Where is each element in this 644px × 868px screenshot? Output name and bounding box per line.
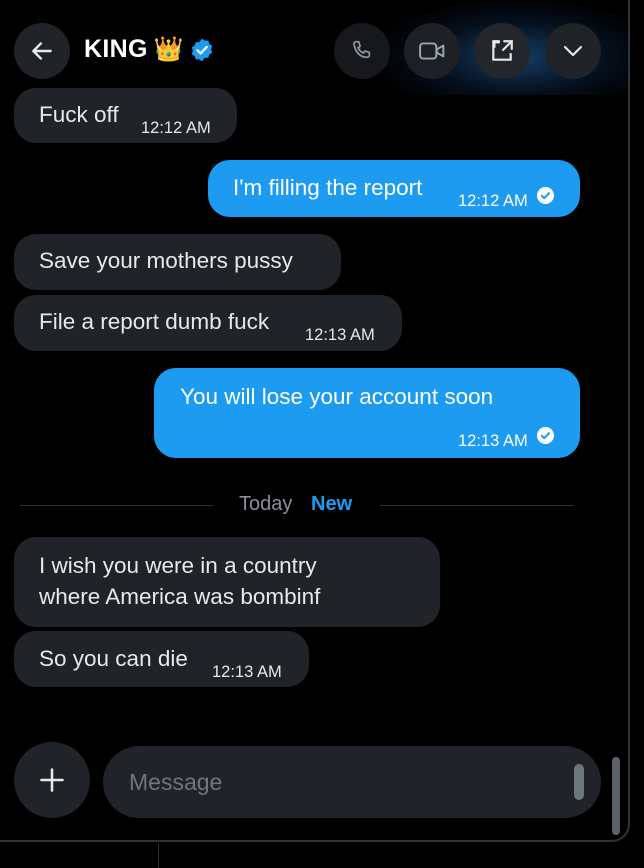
verified-badge-icon [189, 37, 215, 63]
message-bubble-incoming[interactable]: So you can die 12:13 AM [14, 631, 309, 687]
window-edge-divider [158, 843, 159, 868]
divider-line-right [380, 505, 574, 506]
expand-button[interactable] [474, 23, 530, 79]
message-text-line-1: I wish you were in a country [39, 553, 317, 578]
plus-icon [38, 766, 66, 794]
crown-emoji: 👑 [153, 35, 184, 63]
message-text: I'm filling the report [233, 175, 423, 200]
dm-conversation-window: KING 👑 Fuck off 12:12 AM I'm filling the… [0, 0, 630, 842]
conversation-header: KING 👑 [0, 0, 628, 100]
read-check-icon [537, 187, 554, 204]
message-timestamp: 12:12 AM [141, 119, 211, 137]
message-bubble-outgoing[interactable]: You will lose your account soon 12:13 AM [154, 368, 580, 458]
message-timestamp: 12:12 AM [458, 192, 528, 210]
message-text: File a report dumb fuck [39, 309, 270, 334]
message-text: Save your mothers pussy [39, 248, 293, 273]
message-text: So you can die [39, 646, 188, 671]
scrollbar-thumb[interactable] [612, 757, 620, 835]
expand-icon [489, 38, 515, 64]
video-camera-icon [417, 38, 447, 64]
message-text: Fuck off [39, 102, 119, 127]
new-messages-badge: New [311, 493, 353, 515]
voice-call-button[interactable] [334, 23, 390, 79]
back-button[interactable] [14, 23, 70, 79]
message-bubble-outgoing[interactable]: I'm filling the report 12:12 AM [208, 160, 580, 217]
conversation-title[interactable]: KING 👑 [84, 35, 215, 64]
message-timestamp: 12:13 AM [212, 663, 282, 681]
chevron-down-icon [561, 39, 585, 63]
message-text-line-2: where America was bombinf [39, 584, 321, 609]
message-bubble-incoming[interactable]: Fuck off 12:12 AM [14, 88, 237, 143]
message-bubble-incoming[interactable]: Save your mothers pussy [14, 234, 341, 290]
message-bubble-incoming[interactable]: I wish you were in a country where Ameri… [14, 537, 440, 627]
phone-icon [349, 38, 375, 64]
message-bubble-incoming[interactable]: File a report dumb fuck 12:13 AM [14, 295, 402, 351]
divider-date-label: Today [239, 493, 293, 515]
message-timestamp: 12:13 AM [305, 326, 375, 344]
message-timestamp: 12:13 AM [458, 432, 528, 450]
divider-line-left [20, 505, 213, 506]
back-arrow-icon [29, 38, 55, 64]
video-call-button[interactable] [404, 23, 460, 79]
contact-name: KING [84, 35, 148, 63]
message-input[interactable] [103, 746, 601, 818]
add-attachment-button[interactable] [14, 742, 90, 818]
collapse-button[interactable] [545, 23, 601, 79]
message-text: You will lose your account soon [180, 384, 494, 409]
input-resize-handle[interactable] [574, 764, 584, 800]
read-check-icon [537, 427, 554, 444]
